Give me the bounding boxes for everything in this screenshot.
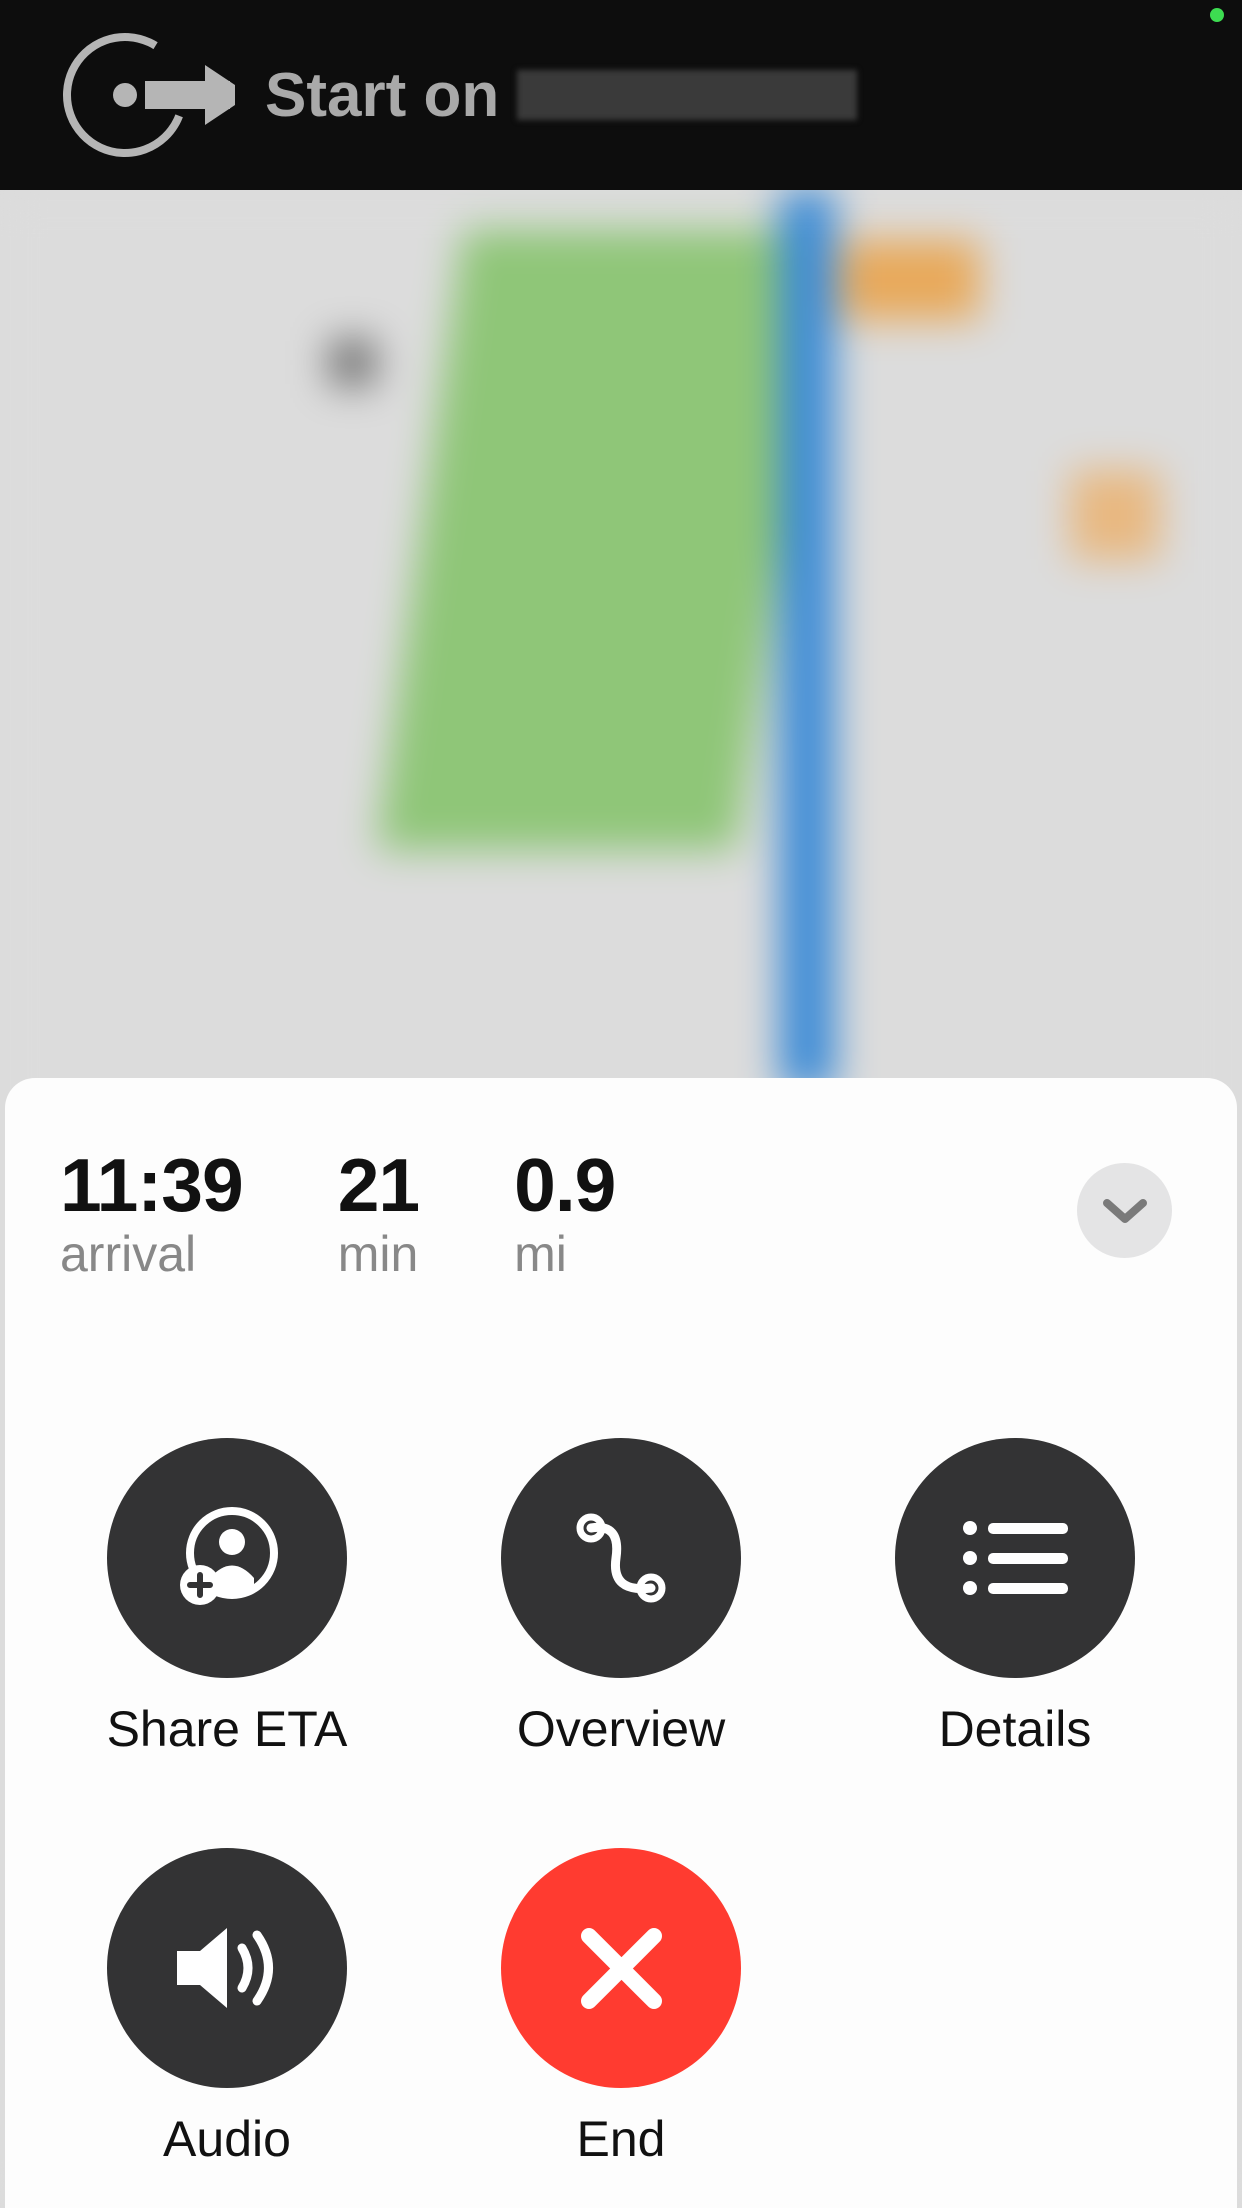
route-overview-icon: [566, 1503, 676, 1613]
audio-label: Audio: [163, 2110, 291, 2168]
navigation-instruction-banner[interactable]: Start on: [0, 0, 1242, 190]
end-label: End: [577, 2110, 666, 2168]
audio-button[interactable]: Audio: [107, 1848, 347, 2168]
list-icon: [958, 1513, 1073, 1603]
arrival-time-value: 11:39: [60, 1148, 243, 1223]
details-button[interactable]: Details: [895, 1438, 1135, 1758]
close-icon: [574, 1921, 669, 2016]
arrival-stat: 11:39 arrival: [60, 1148, 243, 1283]
overview-button[interactable]: Overview: [501, 1438, 741, 1758]
route-info-panel: 11:39 arrival 21 min 0.9 mi: [5, 1078, 1237, 2208]
route-stats-row: 11:39 arrival 21 min 0.9 mi: [60, 1148, 1182, 1283]
redacted-street-name: [517, 70, 857, 120]
details-label: Details: [939, 1700, 1092, 1758]
duration-stat: 21 min: [338, 1148, 419, 1283]
action-buttons-grid: Share ETA Overview: [60, 1438, 1182, 2168]
collapse-panel-button[interactable]: [1077, 1163, 1172, 1258]
distance-label: mi: [514, 1225, 615, 1283]
speaker-icon: [162, 1913, 292, 2023]
duration-label: min: [338, 1225, 419, 1283]
distance-value: 0.9: [514, 1148, 615, 1223]
share-eta-label: Share ETA: [107, 1700, 348, 1758]
overview-label: Overview: [517, 1700, 725, 1758]
maneuver-icon: [50, 30, 240, 160]
distance-stat: 0.9 mi: [514, 1148, 615, 1283]
navigation-instruction-text: Start on: [265, 60, 857, 131]
camera-indicator-dot: [1210, 8, 1224, 22]
chevron-down-icon: [1103, 1197, 1147, 1225]
share-eta-icon: [162, 1493, 292, 1623]
duration-value: 21: [338, 1148, 419, 1223]
arrival-label: arrival: [60, 1225, 243, 1283]
end-button[interactable]: End: [501, 1848, 741, 2168]
share-eta-button[interactable]: Share ETA: [107, 1438, 348, 1758]
